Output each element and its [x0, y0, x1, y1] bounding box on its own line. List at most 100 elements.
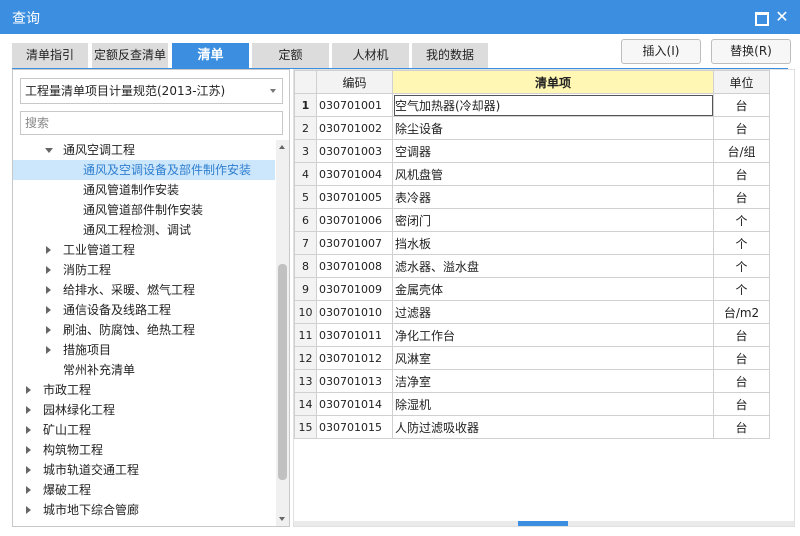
name-cell[interactable]: 表冷器 [392, 185, 714, 209]
code-cell[interactable]: 030701012 [316, 346, 393, 370]
collapse-arrow-icon[interactable] [43, 340, 55, 360]
name-cell[interactable]: 金属壳体 [392, 277, 714, 301]
table-row[interactable]: 3 030701003 空调器 台/组 [294, 139, 770, 163]
tree-item[interactable]: 构筑物工程 [13, 440, 275, 460]
collapse-arrow-icon[interactable] [23, 480, 35, 500]
name-cell[interactable]: 过滤器 [392, 300, 714, 324]
tree-scrollbar[interactable] [276, 140, 289, 526]
code-cell[interactable]: 030701009 [316, 277, 393, 301]
tree-item[interactable]: 矿山工程 [13, 420, 275, 440]
name-cell[interactable]: 风淋室 [392, 346, 714, 370]
tree-item[interactable]: 给排水、采暖、燃气工程 [13, 280, 275, 300]
code-cell[interactable]: 030701011 [316, 323, 393, 347]
table-row[interactable]: 12 030701012 风淋室台 [294, 346, 770, 370]
row-number-cell[interactable]: 10 [294, 300, 317, 324]
name-cell[interactable]: 人防过滤吸收器 [392, 415, 714, 439]
table-row[interactable]: 8 030701008 滤水器、溢水盘个 [294, 254, 770, 278]
unit-column-header[interactable]: 单位 [713, 70, 770, 94]
unit-cell[interactable]: 台 [713, 392, 770, 416]
unit-cell[interactable]: 台 [713, 116, 770, 140]
collapse-arrow-icon[interactable] [23, 440, 35, 460]
collapse-arrow-icon[interactable] [43, 300, 55, 320]
tab-my-data[interactable]: 我的数据 [412, 43, 488, 68]
unit-cell[interactable]: 台/组 [713, 139, 770, 163]
table-row[interactable]: 9 030701009 金属壳体个 [294, 277, 770, 301]
row-number-cell[interactable]: 15 [294, 415, 317, 439]
unit-cell[interactable]: 个 [713, 254, 770, 278]
tree-item[interactable]: 市政工程 [13, 380, 275, 400]
code-column-header[interactable]: 编码 [316, 70, 393, 94]
collapse-arrow-icon[interactable] [43, 240, 55, 260]
row-number-cell[interactable]: 14 [294, 392, 317, 416]
name-cell[interactable]: 除尘设备 [392, 116, 714, 140]
tab-quota-reverse[interactable]: 定额反查清单 [92, 43, 168, 68]
row-number-cell[interactable]: 13 [294, 369, 317, 393]
tree-item[interactable]: 通信设备及线路工程 [13, 300, 275, 320]
table-row[interactable]: 1 030701001 空气加热器(冷却器) 台 [294, 93, 770, 117]
row-number-cell[interactable]: 2 [294, 116, 317, 140]
name-cell[interactable]: 挡水板 [392, 231, 714, 255]
row-number-cell[interactable]: 12 [294, 346, 317, 370]
name-cell[interactable]: 空调器 [392, 139, 714, 163]
tree-item[interactable]: 常州补充清单 [13, 360, 275, 380]
tree-item[interactable]: 通风管道制作安装 [13, 180, 275, 200]
table-row[interactable]: 10 030701010 过滤器 台/m2 [294, 300, 770, 324]
table-row[interactable]: 14 030701014 除湿机台 [294, 392, 770, 416]
row-number-cell[interactable]: 1 [294, 93, 317, 117]
row-number-cell[interactable]: 4 [294, 162, 317, 186]
code-cell[interactable]: 030701010 [316, 300, 393, 324]
row-number-cell[interactable]: 5 [294, 185, 317, 209]
scroll-up-icon[interactable] [279, 145, 285, 149]
tab-quota[interactable]: 定额 [252, 43, 329, 68]
row-number-cell[interactable]: 8 [294, 254, 317, 278]
collapse-arrow-icon[interactable] [23, 400, 35, 420]
code-cell[interactable]: 030701007 [316, 231, 393, 255]
name-cell[interactable]: 密闭门 [392, 208, 714, 232]
code-cell[interactable]: 030701003 [316, 139, 393, 163]
collapse-arrow-icon[interactable] [43, 320, 55, 340]
tree-item[interactable]: 刷油、防腐蚀、绝热工程 [13, 320, 275, 340]
unit-cell[interactable]: 台 [713, 369, 770, 393]
tree-item[interactable]: 城市轨道交通工程 [13, 460, 275, 480]
tree-item[interactable]: 消防工程 [13, 260, 275, 280]
unit-cell[interactable]: 台 [713, 346, 770, 370]
tree-item[interactable]: 城市地下综合管廊 [13, 500, 275, 520]
table-row[interactable]: 11 030701011 净化工作台台 [294, 323, 770, 347]
tree-item[interactable]: 工业管道工程 [13, 240, 275, 260]
unit-cell[interactable]: 台 [713, 162, 770, 186]
collapse-arrow-icon[interactable] [43, 260, 55, 280]
unit-cell[interactable]: 台 [713, 323, 770, 347]
tree-item[interactable]: 通风管道部件制作安装 [13, 200, 275, 220]
table-row[interactable]: 7 030701007 挡水板个 [294, 231, 770, 255]
insert-button[interactable]: 插入(I) [621, 39, 701, 64]
name-cell[interactable]: 空气加热器(冷却器) [392, 93, 714, 117]
name-cell[interactable]: 洁净室 [392, 369, 714, 393]
name-column-header[interactable]: 清单项 [392, 70, 714, 94]
scroll-down-icon[interactable] [279, 517, 285, 521]
code-cell[interactable]: 030701014 [316, 392, 393, 416]
row-number-cell[interactable]: 9 [294, 277, 317, 301]
unit-cell[interactable]: 个 [713, 208, 770, 232]
unit-cell[interactable]: 台 [713, 185, 770, 209]
tree-item[interactable]: 通风工程检测、调试 [13, 220, 275, 240]
unit-cell[interactable]: 个 [713, 231, 770, 255]
code-cell[interactable]: 030701015 [316, 415, 393, 439]
table-row[interactable]: 15 030701015 人防过滤吸收器台 [294, 415, 770, 439]
table-row[interactable]: 13 030701013 洁净室台 [294, 369, 770, 393]
unit-cell[interactable]: 台 [713, 415, 770, 439]
expand-arrow-icon[interactable] [43, 140, 55, 160]
tab-labor-material[interactable]: 人材机 [332, 43, 409, 68]
table-row[interactable]: 2 030701002 除尘设备台 [294, 116, 770, 140]
code-cell[interactable]: 030701006 [316, 208, 393, 232]
close-icon[interactable]: ✕ [774, 9, 790, 25]
tree-item[interactable]: 通风空调工程 [13, 140, 275, 160]
collapse-arrow-icon[interactable] [23, 380, 35, 400]
tab-bill-guide[interactable]: 清单指引 [12, 43, 88, 68]
unit-cell[interactable]: 台 [713, 93, 770, 117]
tab-bill[interactable]: 清单 [172, 43, 249, 68]
collapse-arrow-icon[interactable] [23, 500, 35, 520]
table-row[interactable]: 5 030701005 表冷器台 [294, 185, 770, 209]
row-number-cell[interactable]: 7 [294, 231, 317, 255]
code-cell[interactable]: 030701005 [316, 185, 393, 209]
library-select[interactable]: 工程量清单项目计量规范(2013-江苏) [20, 78, 283, 104]
